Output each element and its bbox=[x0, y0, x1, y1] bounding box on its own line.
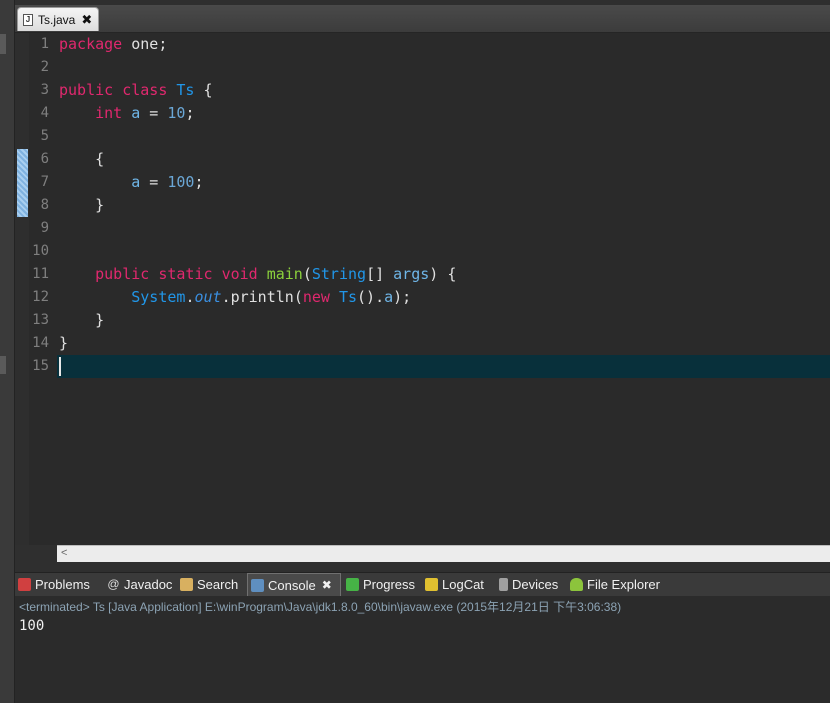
tab-progress[interactable]: Progress bbox=[346, 573, 415, 596]
line-number: 6 bbox=[40, 151, 49, 167]
code-line-11: public static void main(String[] args) { bbox=[95, 265, 457, 283]
java-file-icon: J bbox=[23, 13, 33, 26]
android-icon bbox=[570, 578, 583, 591]
line-number: 1 bbox=[40, 36, 49, 52]
tab-label: LogCat bbox=[442, 577, 484, 592]
tab-label: Progress bbox=[363, 577, 416, 592]
code-line-7: a = 100; bbox=[131, 173, 204, 191]
views-tab-bar: Problems @ Javadoc Search Console ✖ Progre… bbox=[15, 572, 830, 597]
tab-label: Console bbox=[268, 577, 316, 593]
console-output: 100 bbox=[19, 618, 45, 634]
phone-icon bbox=[499, 578, 508, 591]
javadoc-icon: @ bbox=[107, 577, 120, 591]
tab-devices[interactable]: Devices bbox=[499, 573, 558, 596]
line-number: 4 bbox=[40, 105, 49, 121]
tab-label: File Explorer bbox=[587, 577, 660, 592]
line-number: 9 bbox=[40, 220, 49, 236]
code-line-12: System.out.println(new Ts().a); bbox=[131, 288, 412, 306]
code-line-3: public class Ts { bbox=[59, 81, 213, 99]
problems-icon bbox=[18, 578, 31, 591]
console-icon bbox=[251, 578, 264, 592]
console-view[interactable]: <terminated> Ts [Java Application] E:\wi… bbox=[15, 596, 830, 703]
line-number: 15 bbox=[32, 358, 49, 374]
tab-javadoc[interactable]: @ Javadoc bbox=[107, 573, 172, 596]
tab-file-explorer[interactable]: File Explorer bbox=[570, 573, 660, 596]
progress-icon bbox=[346, 578, 359, 591]
code-line-13: } bbox=[95, 311, 105, 329]
horizontal-scrollbar[interactable]: < bbox=[57, 545, 830, 562]
code-line-6: { bbox=[95, 150, 105, 168]
editor-tab-bar: J Ts.java ✖ bbox=[15, 5, 830, 33]
line-number: 10 bbox=[32, 243, 49, 259]
tab-search[interactable]: Search bbox=[180, 573, 238, 596]
close-icon[interactable]: ✖ bbox=[322, 578, 332, 592]
change-marker bbox=[17, 149, 28, 217]
line-number: 3 bbox=[40, 82, 49, 98]
scroll-left-icon[interactable]: < bbox=[61, 547, 67, 559]
code-line-4: int a = 10; bbox=[95, 104, 195, 122]
line-number: 12 bbox=[32, 289, 49, 305]
console-status-line: <terminated> Ts [Java Application] E:\wi… bbox=[19, 600, 622, 614]
left-side-strip bbox=[0, 0, 15, 703]
tab-problems[interactable]: Problems bbox=[18, 573, 90, 596]
code-text-area[interactable]: package one; public class Ts { int a = 1… bbox=[57, 33, 830, 545]
logcat-icon bbox=[425, 578, 438, 591]
editor-tab-label: Ts.java bbox=[38, 12, 76, 27]
code-line-8: } bbox=[95, 196, 105, 214]
tab-console[interactable]: Console ✖ bbox=[247, 573, 341, 596]
line-number: 7 bbox=[40, 174, 49, 190]
overview-ruler bbox=[15, 33, 29, 545]
code-editor[interactable]: 1 2 3 4 5 6 7 8 9 10 11 12 13 14 15 pack… bbox=[15, 33, 830, 562]
line-number: 5 bbox=[40, 128, 49, 144]
line-number-gutter: 1 2 3 4 5 6 7 8 9 10 11 12 13 14 15 bbox=[29, 33, 69, 545]
current-line-highlight bbox=[57, 355, 830, 378]
text-cursor bbox=[59, 357, 61, 376]
line-number: 2 bbox=[40, 59, 49, 75]
tab-label: Devices bbox=[512, 577, 559, 592]
editor-tab-ts-java[interactable]: J Ts.java ✖ bbox=[17, 7, 99, 31]
tab-label: Problems bbox=[35, 577, 90, 592]
line-number: 13 bbox=[32, 312, 49, 328]
code-line-1: package one; bbox=[59, 35, 168, 53]
line-number: 14 bbox=[32, 335, 49, 351]
side-marker-top bbox=[0, 34, 6, 54]
tab-logcat[interactable]: LogCat bbox=[425, 573, 484, 596]
search-icon bbox=[180, 578, 193, 591]
tab-label: Search bbox=[197, 577, 239, 592]
line-number: 8 bbox=[40, 197, 49, 213]
code-line-14: } bbox=[59, 334, 69, 352]
tab-label: Javadoc bbox=[124, 577, 173, 592]
close-icon[interactable]: ✖ bbox=[81, 12, 92, 28]
line-number: 11 bbox=[32, 266, 49, 282]
side-marker-bottom bbox=[0, 356, 6, 374]
